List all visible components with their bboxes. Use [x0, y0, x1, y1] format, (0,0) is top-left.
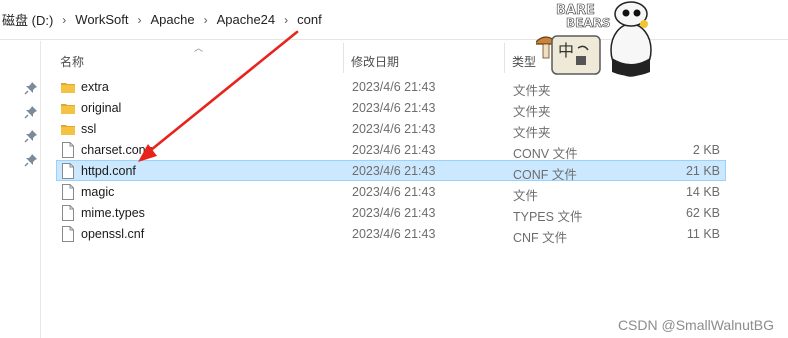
pin-icon[interactable] [24, 81, 38, 95]
file-size: 62 KB [685, 206, 720, 220]
file-list: extra 2023/4/6 21:43 文件夹 original 2023/4… [56, 76, 726, 245]
file-date: 2023/4/6 21:43 [352, 185, 436, 199]
column-header-date[interactable]: 修改日期 [351, 53, 399, 70]
chevron-right-icon[interactable]: › [138, 13, 142, 27]
file-row-charset[interactable]: charset.conv 2023/4/6 21:43 CONV 文件 2 KB [56, 139, 726, 161]
file-date: 2023/4/6 21:43 [352, 143, 436, 157]
file-size: 11 KB [686, 227, 720, 241]
pin-icon[interactable] [24, 129, 38, 143]
breadcrumb-item-worksoft[interactable]: WorkSoft [75, 12, 128, 27]
file-size: 2 KB [692, 143, 720, 157]
file-icon [62, 205, 74, 221]
folder-icon [61, 125, 75, 135]
breadcrumb: 磁盘 (D:) › WorkSoft › Apache › Apache24 ›… [0, 0, 788, 40]
sticker-glyph: 中 [558, 41, 574, 60]
navigation-pane [0, 41, 41, 338]
pin-icon[interactable] [24, 153, 38, 167]
file-date: 2023/4/6 21:43 [352, 227, 436, 241]
file-type: CNF 文件 [513, 231, 568, 245]
file-name: extra [81, 80, 109, 94]
column-divider[interactable] [504, 43, 505, 73]
file-date: 2023/4/6 21:43 [352, 101, 436, 115]
column-header-name[interactable]: 名称 [60, 53, 84, 70]
file-date: 2023/4/6 21:43 [352, 206, 436, 220]
file-row-ssl[interactable]: ssl 2023/4/6 21:43 文件夹 [56, 118, 726, 140]
file-icon [62, 142, 74, 158]
file-name: ssl [81, 122, 97, 136]
chevron-right-icon[interactable]: › [62, 13, 66, 27]
file-row-original[interactable]: original 2023/4/6 21:43 文件夹 [56, 97, 726, 119]
file-name: httpd.conf [81, 164, 136, 178]
folder-icon [61, 83, 75, 93]
bear-sticker-image: 中 BARE BEARS [536, 1, 652, 77]
file-size: 14 KB [685, 185, 720, 199]
column-divider[interactable] [343, 43, 344, 73]
file-icon [62, 163, 74, 179]
file-date: 2023/4/6 21:43 [352, 164, 436, 178]
breadcrumb-item-conf[interactable]: conf [297, 12, 322, 27]
file-icon [62, 184, 74, 200]
chevron-right-icon[interactable]: › [204, 13, 208, 27]
breadcrumb-item-apache24[interactable]: Apache24 [217, 12, 276, 27]
file-date: 2023/4/6 21:43 [352, 122, 436, 136]
sort-up-icon: ︿ [194, 43, 204, 53]
breadcrumb-item-apache[interactable]: Apache [151, 12, 195, 27]
folder-icon [61, 104, 75, 114]
sticker-text-bears: BEARS [566, 16, 611, 30]
column-header-type[interactable]: 类型 [512, 53, 536, 70]
file-name: charset.conv [81, 143, 152, 157]
file-name: magic [81, 185, 115, 199]
breadcrumb-item-drive[interactable]: 磁盘 (D:) [2, 10, 53, 29]
file-size: 21 KB [685, 164, 720, 178]
file-icon [62, 226, 74, 242]
watermark: CSDN @SmallWalnutBG [617, 317, 774, 333]
file-row-openssl[interactable]: openssl.cnf 2023/4/6 21:43 CNF 文件 11 KB [56, 223, 726, 245]
chevron-right-icon[interactable]: › [284, 13, 288, 27]
file-name: openssl.cnf [81, 227, 145, 241]
file-date: 2023/4/6 21:43 [352, 80, 436, 94]
file-row-httpd[interactable]: httpd.conf 2023/4/6 21:43 CONF 文件 21 KB [56, 160, 726, 182]
file-row-magic[interactable]: magic 2023/4/6 21:43 文件 14 KB [56, 181, 726, 203]
file-row-mime-types[interactable]: mime.types 2023/4/6 21:43 TYPES 文件 62 KB [56, 202, 726, 224]
file-name: mime.types [81, 206, 145, 220]
file-name: original [81, 101, 122, 115]
pin-icon[interactable] [24, 105, 38, 119]
